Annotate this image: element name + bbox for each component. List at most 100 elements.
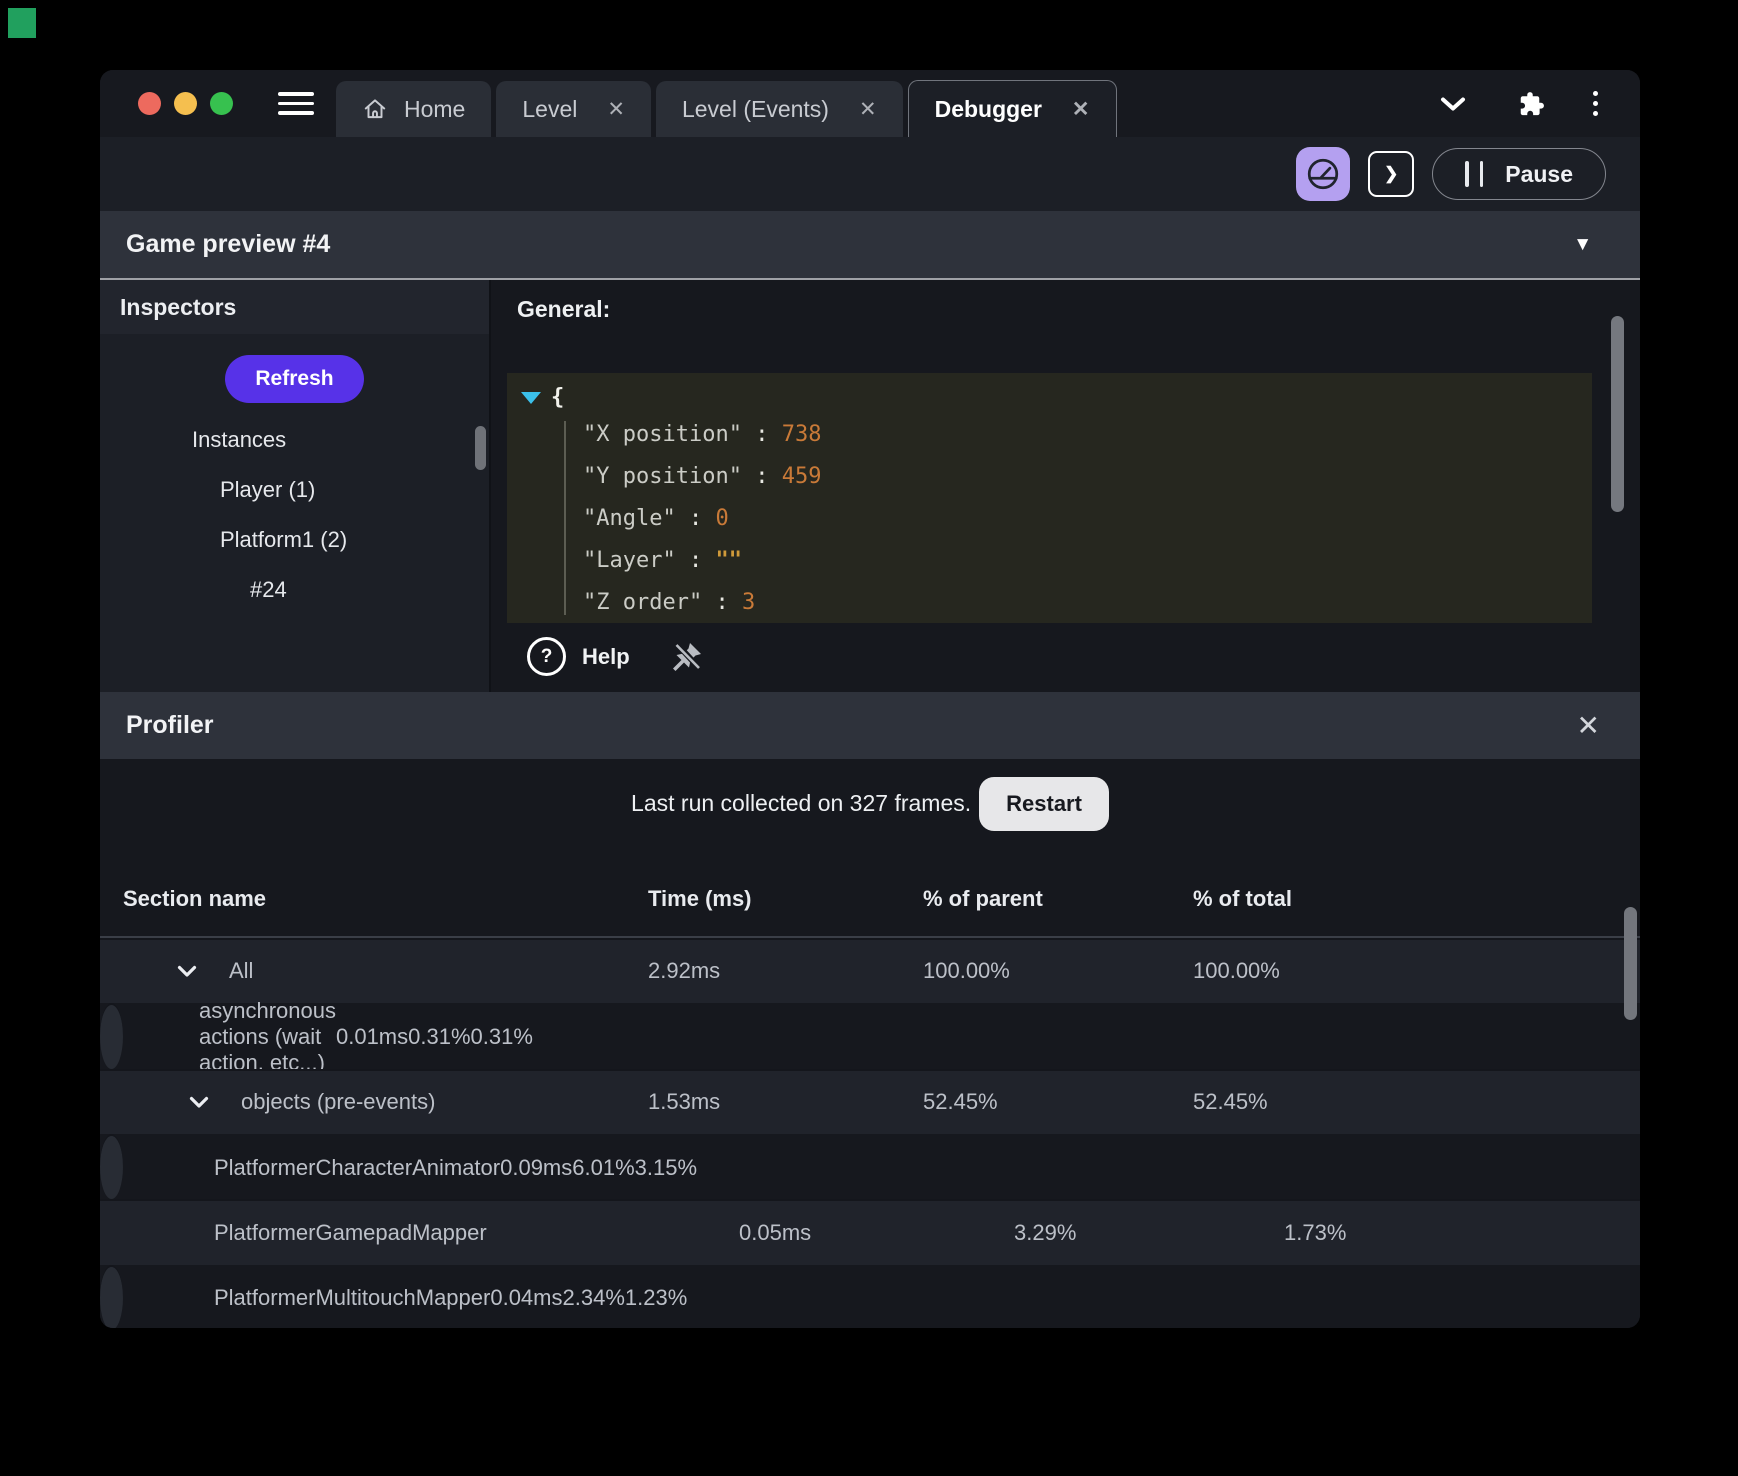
chevron-down-icon[interactable]: [1439, 96, 1467, 112]
refresh-button[interactable]: Refresh: [225, 355, 364, 403]
collapse-caret-icon[interactable]: ▼: [1573, 234, 1614, 256]
section-time: 0.09ms: [500, 1154, 573, 1180]
close-tab-icon[interactable]: ✕: [607, 97, 625, 122]
sidebar-scrollbar[interactable]: [475, 426, 486, 470]
tab-home[interactable]: Home: [336, 81, 492, 137]
tab-label: Level: [522, 95, 578, 122]
general-scrollbar[interactable]: [1611, 316, 1624, 512]
unpin-icon[interactable]: [668, 638, 706, 676]
section-name: objects (pre-events): [241, 1089, 436, 1115]
screen: Home Level ✕ Level (Events) ✕ Debugger ✕: [0, 0, 1738, 1476]
console-button[interactable]: ❯: [1368, 151, 1415, 197]
tree-item-platform1[interactable]: Platform1 (2): [100, 527, 489, 553]
game-preview-header[interactable]: Game preview #4 ▼: [100, 211, 1640, 280]
profiler-scrollbar[interactable]: [1624, 907, 1637, 1020]
section-percent-parent: 0.31%: [408, 1023, 471, 1049]
profiler-status-row: Last run collected on 327 frames. Restar…: [100, 775, 1640, 832]
tab-bar: Home Level ✕ Level (Events) ✕ Debugger ✕: [336, 70, 1117, 137]
section-percent-parent: 100.00%: [923, 958, 1010, 984]
tree-item-instance-24[interactable]: #24: [100, 577, 489, 603]
section-percent-parent: 52.45%: [923, 1089, 998, 1115]
section-time: 0.05ms: [739, 1220, 812, 1246]
minimize-window-button[interactable]: [174, 92, 197, 115]
gauge-icon: [1308, 158, 1339, 190]
json-line: "Z order" : 3: [583, 590, 756, 615]
column-percent-total: % of total: [1193, 885, 1292, 911]
section-time: 1.53ms: [648, 1089, 721, 1115]
section-percent-total: 0.31%: [470, 1023, 533, 1049]
collapse-chevron-icon[interactable]: [177, 965, 197, 978]
restart-button[interactable]: Restart: [979, 776, 1109, 831]
table-row[interactable]: PlatformerCharacterAnimator 0.09ms 6.01%…: [100, 1134, 697, 1200]
table-row[interactable]: PlatformerMultitouchMapper 0.04ms 2.34% …: [100, 1264, 687, 1328]
app-window: Home Level ✕ Level (Events) ✕ Debugger ✕: [100, 70, 1640, 1328]
pause-label: Pause: [1505, 160, 1573, 187]
open-brace: {: [551, 385, 565, 410]
table-row[interactable]: PlatformerGamepadMapper 0.05ms 3.29% 1.7…: [100, 1199, 1640, 1265]
extensions-icon[interactable]: [1515, 89, 1545, 119]
menu-icon[interactable]: [278, 92, 314, 115]
help-row: ? Help: [527, 637, 706, 676]
table-row[interactable]: asynchronous actions (wait action, etc..…: [100, 998, 533, 1075]
inspectors-tree: Refresh Instances Player (1) Platform1 (…: [100, 334, 489, 603]
profiler-toggle-button[interactable]: [1296, 147, 1351, 201]
pause-icon: [1465, 161, 1484, 187]
general-title: General:: [517, 296, 611, 322]
debugger-toolbar: ❯ Pause: [100, 137, 1640, 211]
json-line: "Layer" : "": [583, 548, 742, 573]
help-icon[interactable]: ?: [527, 637, 566, 676]
collapse-chevron-icon[interactable]: [189, 1096, 209, 1109]
profiler-table-header: Section name Time (ms) % of parent % of …: [100, 862, 1640, 938]
profiler-header: Profiler ✕: [100, 692, 1640, 759]
help-label[interactable]: Help: [582, 644, 630, 670]
json-line: "Y position" : 459: [583, 464, 822, 489]
section-percent-total: 52.45%: [1193, 1089, 1268, 1115]
close-window-button[interactable]: [138, 92, 161, 115]
json-line: "Angle" : 0: [583, 506, 729, 531]
profiler-content: Last run collected on 327 frames. Restar…: [100, 759, 1640, 1328]
section-time: 0.04ms: [490, 1285, 563, 1311]
tab-level-events[interactable]: Level (Events) ✕: [655, 81, 903, 137]
pause-button[interactable]: Pause: [1432, 148, 1606, 200]
column-time: Time (ms): [648, 885, 752, 911]
close-tab-icon[interactable]: ✕: [859, 97, 877, 122]
table-row[interactable]: objects (pre-events) 1.53ms 52.45% 52.45…: [100, 1068, 1640, 1135]
profiler-status-text: Last run collected on 327 frames.: [631, 790, 972, 817]
section-name: asynchronous actions (wait action, etc..…: [199, 997, 336, 1075]
game-preview-title: Game preview #4: [126, 230, 331, 258]
section-percent-parent: 3.29%: [1014, 1220, 1077, 1246]
section-percent-total: 1.73%: [1284, 1220, 1347, 1246]
section-time: 0.01ms: [335, 1023, 409, 1049]
column-percent-parent: % of parent: [923, 885, 1043, 911]
tab-debugger[interactable]: Debugger ✕: [907, 80, 1117, 137]
column-section-name: Section name: [123, 885, 267, 911]
background-artifact: [8, 8, 36, 38]
home-icon: [364, 99, 386, 119]
close-profiler-icon[interactable]: ✕: [1577, 709, 1614, 742]
maximize-window-button[interactable]: [210, 92, 233, 115]
inspectors-header: Inspectors: [100, 280, 489, 334]
indent-guide: [564, 421, 566, 615]
debugger-main: Inspectors Refresh Instances Player (1) …: [100, 280, 1640, 692]
section-name: PlatformerMultitouchMapper: [214, 1285, 491, 1311]
titlebar: Home Level ✕ Level (Events) ✕ Debugger ✕: [100, 70, 1640, 137]
tab-label: Home: [404, 95, 466, 122]
tree-item-player[interactable]: Player (1): [100, 477, 489, 503]
section-percent-total: 3.15%: [634, 1154, 698, 1180]
section-percent-total: 100.00%: [1193, 958, 1280, 984]
tab-label: Level (Events): [681, 95, 829, 122]
more-options-icon[interactable]: [1593, 91, 1598, 116]
close-tab-icon[interactable]: ✕: [1072, 97, 1090, 122]
section-percent-total: 1.23%: [624, 1285, 688, 1311]
properties-json-viewer: { "X position" : 738 "Y position" : 459 …: [507, 373, 1592, 623]
section-name: PlatformerGamepadMapper: [214, 1220, 487, 1246]
tree-item-instances[interactable]: Instances: [100, 427, 489, 453]
tab-level[interactable]: Level ✕: [496, 81, 651, 137]
section-percent-parent: 2.34%: [562, 1285, 625, 1311]
general-panel: General: { "X position" : 738 "Y positio…: [491, 280, 1640, 692]
section-percent-parent: 6.01%: [572, 1154, 635, 1180]
expand-triangle-icon[interactable]: [521, 391, 541, 404]
window-controls: [138, 92, 233, 115]
table-row[interactable]: All 2.92ms 100.00% 100.00%: [100, 937, 1640, 1003]
console-icon: ❯: [1384, 164, 1399, 183]
